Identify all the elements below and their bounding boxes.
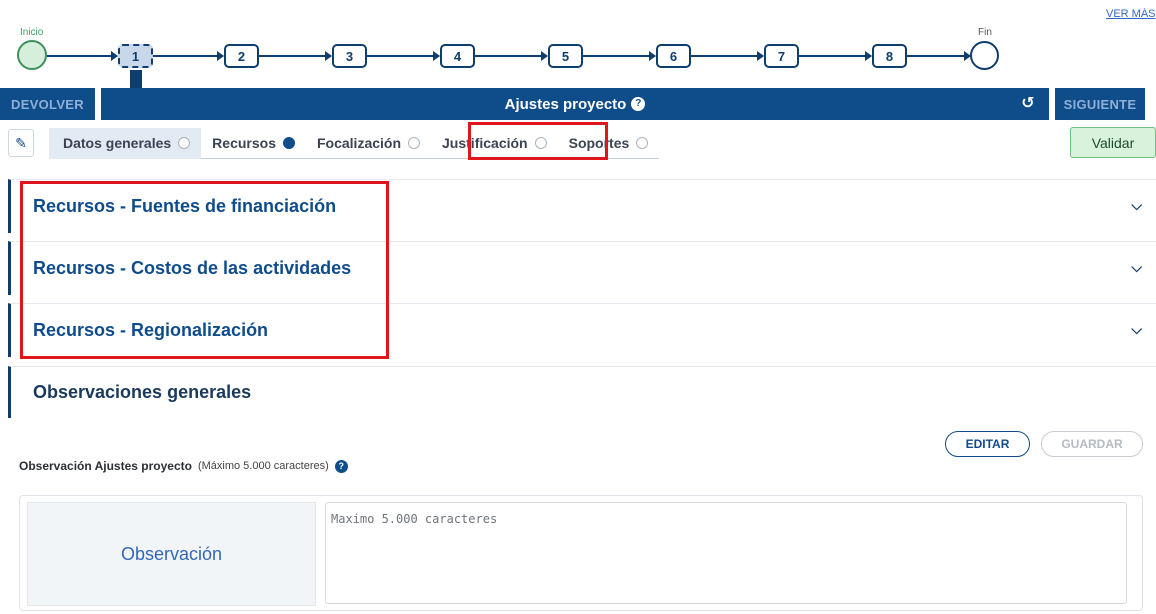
section-observaciones: Observaciones generales	[8, 366, 1156, 418]
step-4[interactable]: 4	[440, 44, 475, 68]
step-end-label: Fin	[978, 27, 992, 38]
tab-recursos[interactable]: Recursos	[201, 128, 306, 159]
step-connector	[259, 51, 332, 61]
step-start-circle	[17, 40, 47, 70]
step-end-circle	[970, 41, 999, 70]
observation-field-label: Observación Ajustes proyecto (Máximo 5.0…	[19, 459, 348, 473]
step-connector	[153, 51, 224, 61]
step-connector	[367, 51, 440, 61]
edit-pencil-button[interactable]: ✎	[8, 129, 34, 157]
guardar-button[interactable]: GUARDAR	[1041, 431, 1143, 457]
tab-label: Justificación	[442, 135, 528, 151]
question-circle-icon[interactable]: ?	[631, 97, 646, 111]
page-title: Ajustes proyecto	[504, 95, 627, 113]
ver-mas-link[interactable]: VER MÁS	[1106, 8, 1156, 20]
step-connector	[583, 51, 656, 61]
observation-max-hint: (Máximo 5.000 caracteres)	[197, 460, 329, 472]
step-connector	[907, 51, 971, 61]
step-connector	[691, 51, 764, 61]
section-costos-actividades[interactable]: Recursos - Costos de las actividades ⌵	[8, 241, 1156, 295]
pencil-icon: ✎	[15, 134, 27, 151]
chevron-down-icon[interactable]: ⌵	[1131, 321, 1142, 338]
step-connector	[475, 51, 548, 61]
tab-label: Recursos	[212, 135, 276, 151]
section-title: Observaciones generales	[33, 382, 252, 402]
editar-button[interactable]: EDITAR	[945, 431, 1030, 457]
step-connector	[47, 51, 118, 61]
chevron-down-icon[interactable]: ⌵	[1131, 259, 1142, 276]
tab-datos-generales[interactable]: Datos generales	[49, 127, 202, 159]
tab-justificacion[interactable]: Justificación	[431, 128, 558, 159]
chevron-down-icon[interactable]: ⌵	[1131, 197, 1142, 214]
step-1[interactable]: 1	[118, 44, 153, 68]
observation-label-text: Observación Ajustes proyecto	[19, 459, 192, 473]
section-title: Recursos - Fuentes de financiación	[33, 196, 337, 216]
tab-status-empty-icon	[534, 137, 547, 149]
step-connector	[799, 51, 872, 61]
tab-status-empty-icon	[178, 137, 191, 149]
active-step-marker	[130, 70, 142, 88]
observation-textarea[interactable]	[325, 502, 1127, 604]
siguiente-button[interactable]: SIGUIENTE	[1055, 88, 1145, 120]
section-fuentes-financiacion[interactable]: Recursos - Fuentes de financiación ⌵	[8, 179, 1156, 233]
observation-panel: Observación	[19, 495, 1143, 611]
devolver-button[interactable]: DEVOLVER	[0, 88, 95, 120]
tab-label: Focalización	[316, 135, 402, 151]
history-icon[interactable]: ↺	[1019, 95, 1037, 113]
step-8[interactable]: 8	[872, 44, 907, 68]
tab-status-empty-icon	[408, 137, 421, 149]
observation-row-label: Observación	[27, 502, 316, 606]
validar-button[interactable]: Validar	[1070, 127, 1156, 158]
tab-bar: Datos generales Recursos Focalización Ju…	[49, 127, 660, 159]
section-title: Recursos - Costos de las actividades	[33, 258, 352, 278]
tab-status-filled-icon	[282, 137, 295, 149]
step-start-label: Inicio	[20, 27, 44, 38]
step-5[interactable]: 5	[548, 44, 583, 68]
tab-focalizacion[interactable]: Focalización	[306, 128, 431, 159]
step-3[interactable]: 3	[332, 44, 367, 68]
question-circle-icon[interactable]: ?	[334, 459, 348, 473]
tab-label: Datos generales	[63, 135, 172, 151]
step-7[interactable]: 7	[764, 44, 799, 68]
tab-label: Soportes	[568, 135, 630, 151]
tab-soportes[interactable]: Soportes	[558, 128, 660, 159]
step-2[interactable]: 2	[224, 44, 259, 68]
page-title-bar: Ajustes proyecto ? ↺	[101, 88, 1049, 120]
tab-status-empty-icon	[636, 137, 649, 149]
section-title: Recursos - Regionalización	[33, 320, 269, 340]
section-regionalizacion[interactable]: Recursos - Regionalización ⌵	[8, 303, 1156, 357]
step-6[interactable]: 6	[656, 44, 691, 68]
